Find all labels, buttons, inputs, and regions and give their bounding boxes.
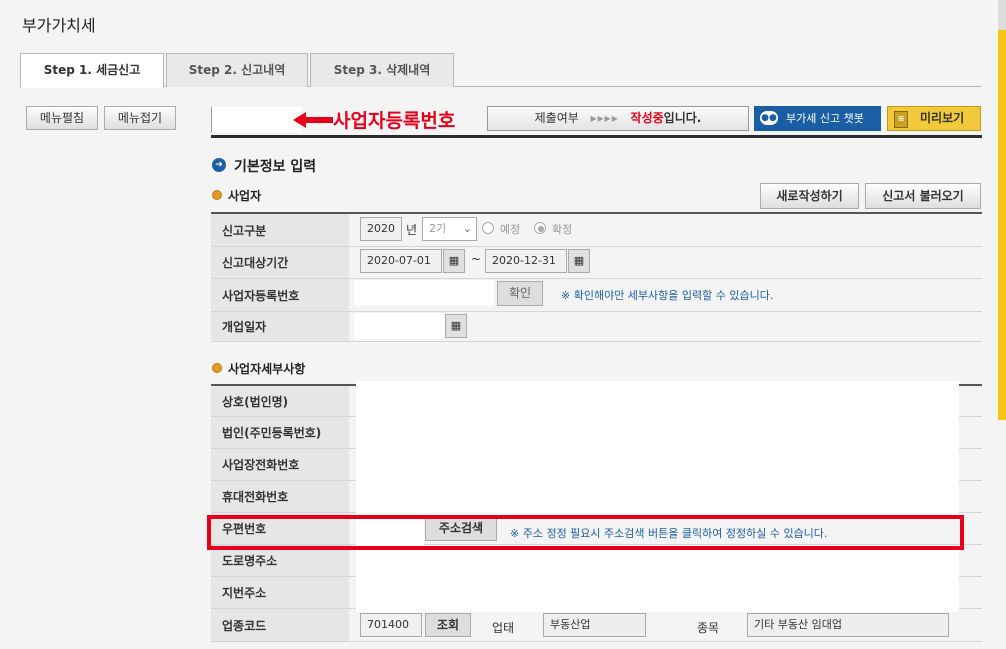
business-type-field: 부동산업 bbox=[543, 613, 646, 637]
chatbot-button[interactable]: ●● 부가세 신고 챗봇 bbox=[754, 106, 881, 131]
status-suffix: 입니다. bbox=[663, 111, 702, 125]
arrow-circle-icon: ➜ bbox=[212, 158, 226, 172]
submission-status: 제출여부 ▸▸▸▸ 작성중입니다. bbox=[487, 106, 749, 131]
period-start-input[interactable]: 2020-07-01 bbox=[360, 249, 442, 273]
item-field: 기타 부동산 임대업 bbox=[747, 613, 949, 637]
chat-icon: ●● bbox=[760, 111, 778, 125]
confirm-button[interactable]: 확인 bbox=[497, 281, 543, 306]
row-label-lot-address: 지번주소 bbox=[211, 577, 349, 608]
section-title-basic: 기본정보 입력 bbox=[234, 159, 317, 175]
open-date-input[interactable] bbox=[354, 313, 445, 339]
radio-final[interactable] bbox=[534, 222, 546, 234]
tab-step2[interactable]: Step 2. 신고내역 bbox=[166, 53, 308, 87]
highlight-box bbox=[207, 515, 964, 550]
bullet-icon bbox=[212, 190, 222, 200]
item-label: 종목 bbox=[697, 621, 720, 635]
preview-label: 미리보기 bbox=[920, 111, 965, 125]
row-label-office-phone: 사업장전화번호 bbox=[211, 449, 349, 480]
reg-number-note: ※ 확인해야만 세부사항을 입력할 수 있습니다. bbox=[561, 289, 774, 302]
radio-label-scheduled: 예정 bbox=[500, 223, 521, 236]
radio-dot bbox=[538, 226, 544, 232]
page-title: 부가가치세 bbox=[22, 16, 96, 35]
status-value: 작성중 bbox=[630, 111, 664, 125]
period-separator: ~ bbox=[471, 252, 482, 266]
calendar-icon[interactable]: ▦ bbox=[568, 249, 590, 273]
row-label-reg-number: 사업자등록번호 bbox=[211, 279, 349, 311]
row-label-company: 상호(법인명) bbox=[211, 386, 349, 416]
row-label-report-type: 신고구분 bbox=[211, 214, 349, 246]
redacted-area bbox=[356, 381, 959, 515]
scroll-area bbox=[998, 0, 1006, 30]
period-select[interactable]: 2기 ⌄ bbox=[422, 217, 477, 241]
row-label-industry-code: 업종코드 bbox=[211, 609, 349, 641]
row-label-open-date: 개업일자 bbox=[211, 312, 349, 341]
reg-number-input[interactable] bbox=[354, 280, 494, 306]
chatbot-label: 부가세 신고 챗봇 bbox=[786, 112, 864, 125]
new-write-button[interactable]: 새로작성하기 bbox=[760, 183, 859, 209]
year-input[interactable]: 2020 bbox=[360, 217, 402, 241]
section-business-detail: 사업자세부사항 bbox=[228, 362, 306, 376]
row-label-mobile: 휴대전화번호 bbox=[211, 481, 349, 512]
calendar-icon[interactable]: ▦ bbox=[445, 314, 467, 338]
section-business: 사업자 bbox=[228, 189, 262, 203]
period-end-input[interactable]: 2020-12-31 bbox=[485, 249, 567, 273]
row-label-period: 신고대상기간 bbox=[211, 247, 349, 278]
document-icon: ≡ bbox=[894, 111, 908, 128]
calendar-icon[interactable]: ▦ bbox=[443, 249, 465, 273]
load-report-button[interactable]: 신고서 불러오기 bbox=[865, 183, 981, 209]
bullet-icon bbox=[212, 363, 222, 373]
side-quick-bar[interactable] bbox=[998, 30, 1006, 420]
business-type-label: 업태 bbox=[492, 621, 515, 635]
radio-scheduled[interactable] bbox=[482, 222, 494, 234]
arrow-left-icon bbox=[293, 112, 333, 128]
status-label: 제출여부 bbox=[534, 111, 579, 125]
row-divider bbox=[211, 641, 982, 642]
period-value: 2기 bbox=[429, 222, 447, 235]
tabs-divider bbox=[20, 86, 982, 87]
status-arrows: ▸▸▸▸ bbox=[590, 111, 619, 125]
top-rule bbox=[211, 135, 982, 138]
redacted-area bbox=[356, 545, 959, 612]
annotation-label: 사업자등록번호 bbox=[333, 110, 456, 132]
preview-button[interactable]: ≡ 미리보기 bbox=[887, 106, 981, 131]
industry-code-input[interactable]: 701400 bbox=[360, 613, 422, 637]
lookup-button[interactable]: 조회 bbox=[425, 613, 471, 637]
year-unit: 년 bbox=[406, 223, 418, 237]
chevron-down-icon: ⌄ bbox=[462, 222, 472, 235]
reg-number-display bbox=[211, 107, 301, 132]
radio-label-final: 확정 bbox=[552, 223, 573, 236]
tab-step3[interactable]: Step 3. 삭제내역 bbox=[310, 53, 454, 87]
menu-expand-button[interactable]: 메뉴펼침 bbox=[26, 106, 98, 130]
row-divider bbox=[211, 341, 982, 342]
menu-collapse-button[interactable]: 메뉴접기 bbox=[104, 106, 176, 130]
row-label-corp-id: 법인(주민등록번호) bbox=[211, 417, 349, 448]
tab-step1[interactable]: Step 1. 세금신고 bbox=[20, 53, 164, 88]
